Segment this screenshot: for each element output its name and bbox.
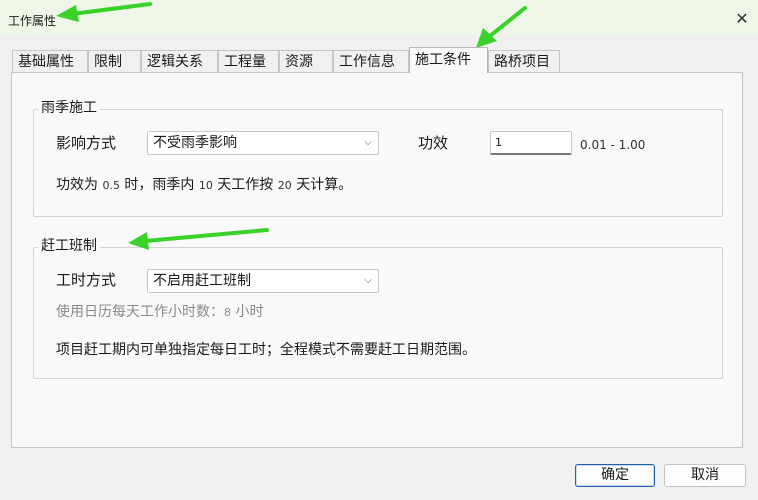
calendar-hours-note: 使用日历每天工作小时数：8 小时 bbox=[56, 304, 264, 320]
cancel-button[interactable]: 取消 bbox=[664, 464, 746, 487]
influence-mode-value: 不受雨季影响 bbox=[153, 135, 237, 151]
window-title: 工作属性 bbox=[8, 14, 57, 28]
tab-work-info[interactable]: 工作信息 bbox=[333, 50, 409, 72]
efficiency-range: 0.01 - 1.00 bbox=[580, 138, 646, 152]
rush-shift-group-title: 赶工班制 bbox=[38, 237, 100, 255]
efficiency-label: 功效 bbox=[418, 134, 449, 152]
tab-quantities[interactable]: 工程量 bbox=[218, 50, 279, 72]
influence-mode-select[interactable]: 不受雨季影响 ⌵ bbox=[147, 131, 379, 155]
tab-road-bridge-project[interactable]: 路桥项目 bbox=[488, 50, 560, 72]
tab-panel: 雨季施工 影响方式 不受雨季影响 ⌵ 功效 1 0.01 - 1.00 功效为 … bbox=[11, 72, 743, 448]
tab-resources[interactable]: 资源 bbox=[279, 50, 333, 72]
ok-button[interactable]: 确定 bbox=[575, 464, 655, 487]
tab-basic-properties[interactable]: 基础属性 bbox=[12, 50, 88, 72]
chevron-down-icon: ⌵ bbox=[364, 275, 372, 286]
work-hours-mode-value: 不启用赶工班制 bbox=[153, 273, 251, 289]
tab-constraints[interactable]: 限制 bbox=[88, 50, 141, 72]
tab-construction-conditions[interactable]: 施工条件 bbox=[409, 47, 488, 73]
rain-season-note: 功效为 0.5 时，雨季内 10 天工作按 20 天计算。 bbox=[56, 177, 353, 193]
title-bar: 工作属性 ✕ bbox=[0, 0, 758, 36]
influence-mode-label: 影响方式 bbox=[56, 134, 117, 152]
rush-shift-note: 项目赶工期内可单独指定每日工时；全程模式不需要赶工日期范围。 bbox=[56, 342, 476, 358]
chevron-down-icon: ⌵ bbox=[364, 137, 372, 148]
rain-season-group bbox=[33, 109, 723, 217]
work-hours-mode-label: 工时方式 bbox=[56, 271, 117, 289]
rain-season-group-title: 雨季施工 bbox=[38, 99, 100, 117]
work-hours-mode-select[interactable]: 不启用赶工班制 ⌵ bbox=[147, 269, 379, 293]
close-icon[interactable]: ✕ bbox=[733, 10, 751, 28]
tab-logic-relations[interactable]: 逻辑关系 bbox=[141, 50, 218, 72]
efficiency-input[interactable]: 1 bbox=[490, 131, 572, 155]
